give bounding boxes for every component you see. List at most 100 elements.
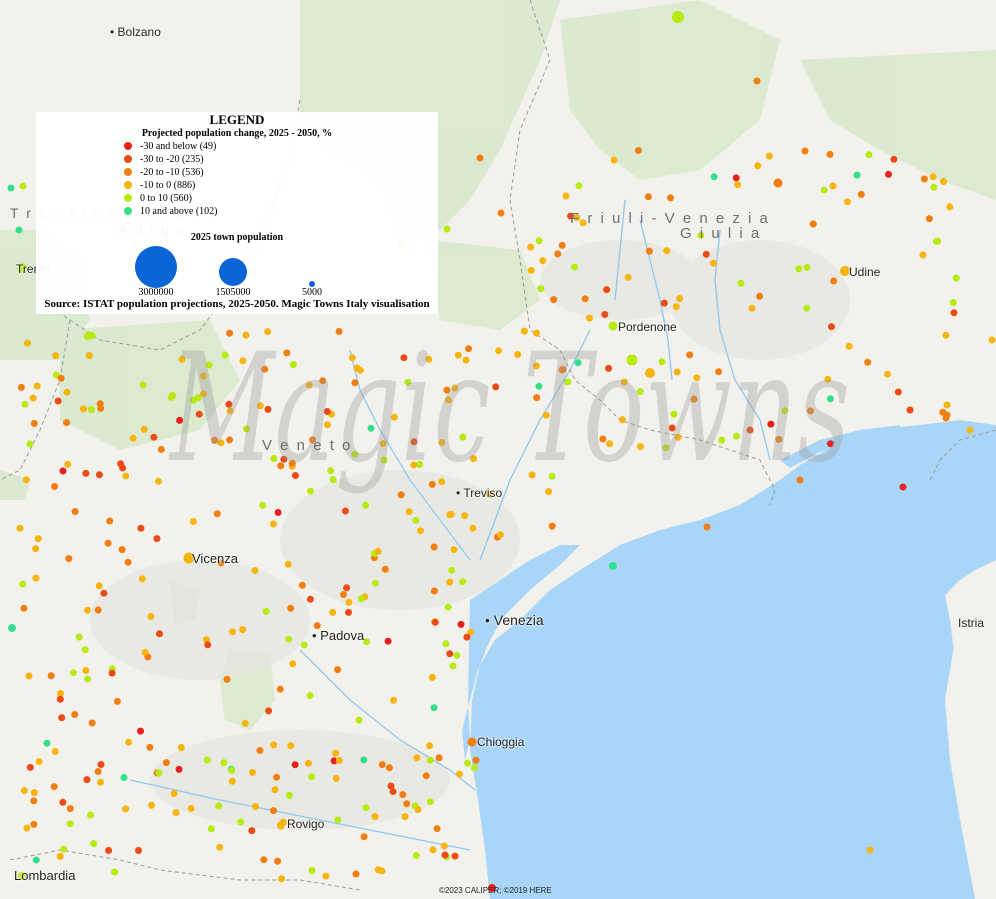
town-dot <box>430 587 438 595</box>
town-dot <box>672 11 684 23</box>
place-label-padova: • Padova <box>312 628 365 643</box>
town-dot <box>319 377 327 385</box>
town-dot <box>400 354 408 362</box>
town-dot <box>187 805 195 812</box>
town-dot <box>300 641 308 649</box>
town-dot <box>274 509 282 516</box>
town-dot <box>150 433 158 441</box>
town-dot <box>345 598 353 606</box>
town-dot <box>146 743 154 751</box>
town-dot <box>431 618 439 626</box>
town-dot <box>43 739 51 747</box>
town-dot <box>440 842 448 850</box>
town-dot <box>237 818 245 826</box>
town-dot <box>271 786 279 794</box>
legend-item: -30 and below (49) <box>124 140 216 153</box>
town-dot <box>906 406 914 414</box>
town-dot <box>966 426 974 434</box>
town-dot <box>690 395 698 403</box>
town-dot <box>30 420 38 427</box>
town-dot <box>332 775 340 782</box>
town-dot <box>125 738 133 746</box>
town-dot <box>270 455 278 462</box>
town-dot <box>645 368 655 378</box>
town-dot <box>288 459 296 467</box>
town-dot <box>703 523 711 531</box>
town-dot <box>82 667 90 674</box>
town-dot <box>111 868 119 876</box>
town-dot <box>464 759 471 767</box>
town-dot <box>520 327 528 335</box>
town-dot <box>129 434 137 442</box>
town-dot <box>360 756 368 764</box>
town-dot <box>119 464 127 472</box>
town-dot <box>71 508 79 515</box>
town-dot <box>148 801 155 809</box>
town-dot <box>34 535 42 543</box>
town-dot <box>283 349 291 357</box>
town-dot <box>334 816 342 824</box>
town-dot <box>47 672 55 680</box>
town-dot <box>287 604 295 612</box>
town-dot <box>215 802 223 810</box>
legend-item-label: -10 to 0 (886) <box>140 180 196 191</box>
town-dot <box>351 379 359 387</box>
town-dot <box>438 438 446 446</box>
town-dot <box>399 791 407 799</box>
town-dot <box>371 579 379 587</box>
place-label-bolzano: • Bolzano <box>110 25 161 39</box>
town-dot <box>564 378 572 386</box>
legend-item: -30 to -20 (235) <box>124 153 204 166</box>
town-dot <box>220 759 228 767</box>
town-dot <box>773 178 783 188</box>
copyright-notice: ©2023 CALIPER; ©2019 HERE <box>439 886 552 895</box>
town-dot <box>686 351 694 359</box>
town-dot <box>285 635 293 643</box>
town-dot <box>118 546 126 554</box>
town-dot <box>988 336 996 344</box>
place-label-lombardia: Lombardia <box>14 868 76 883</box>
size-legend-label: 5000 <box>302 287 322 298</box>
town-dot <box>456 770 463 778</box>
town-dot <box>291 472 299 479</box>
town-dot <box>606 440 614 448</box>
town-dot <box>535 382 543 390</box>
town-dot <box>137 524 145 532</box>
town-dot <box>113 697 121 705</box>
town-dot <box>367 424 375 432</box>
town-dot <box>82 469 90 477</box>
town-dot <box>269 520 277 528</box>
town-dot <box>662 444 670 452</box>
town-dot <box>430 704 438 712</box>
town-dot <box>715 368 723 376</box>
town-dot <box>379 440 387 448</box>
town-dot <box>155 769 163 777</box>
town-dot <box>284 560 292 568</box>
place-label-vicenza: Vicenza <box>192 551 239 566</box>
town-dot <box>428 480 436 488</box>
town-dot <box>22 476 30 484</box>
town-dot <box>885 170 892 178</box>
legend-item-label: -30 to -20 (235) <box>140 154 204 165</box>
town-dot <box>335 328 343 335</box>
town-dot <box>673 368 681 376</box>
town-dot <box>374 547 382 555</box>
town-dot <box>824 375 832 383</box>
town-dot <box>362 804 370 812</box>
town-dot <box>25 672 33 680</box>
town-dot <box>459 433 467 441</box>
town-dot <box>343 584 351 592</box>
town-dot <box>448 566 456 574</box>
town-dot <box>97 761 105 768</box>
town-dot <box>264 405 272 413</box>
town-dot <box>533 329 540 337</box>
town-dot <box>674 433 682 441</box>
town-dot <box>226 436 234 444</box>
town-dot <box>390 413 398 421</box>
town-dot <box>16 524 24 532</box>
town-dot <box>527 266 535 274</box>
town-dot <box>211 436 219 444</box>
town-dot <box>581 295 589 303</box>
town-dot <box>97 404 105 412</box>
town-dot <box>329 608 337 616</box>
